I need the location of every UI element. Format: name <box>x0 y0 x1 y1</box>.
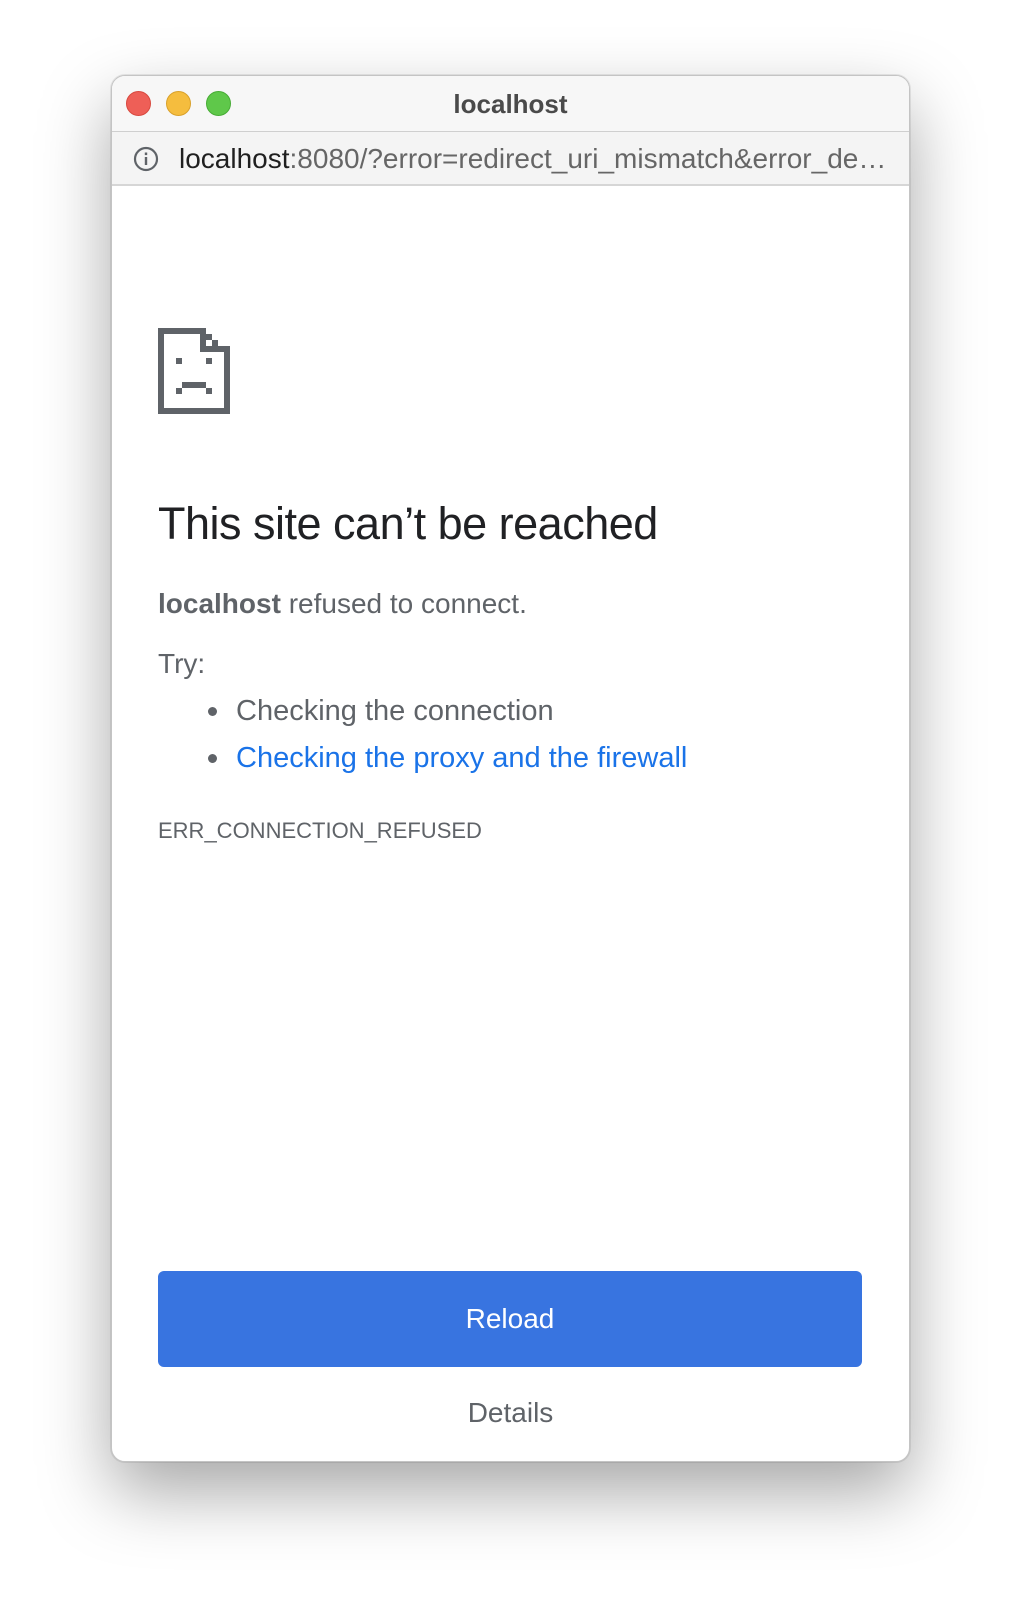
error-message-rest: refused to connect. <box>280 588 527 619</box>
sad-page-icon <box>158 328 230 414</box>
suggestion-item: Checking the proxy and the firewall <box>208 735 687 782</box>
error-message: localhost refused to connect. <box>158 588 527 620</box>
url-host: localhost <box>179 143 290 174</box>
details-button[interactable]: Details <box>411 1396 611 1430</box>
title-bar: localhost <box>112 76 909 132</box>
error-host: localhost <box>158 588 281 619</box>
address-bar[interactable]: localhost:8080/?error=redirect_uri_misma… <box>112 132 909 186</box>
bullet-icon <box>208 707 217 716</box>
proxy-firewall-link[interactable]: Checking the proxy and the firewall <box>236 742 687 774</box>
error-page: This site can’t be reached localhost ref… <box>112 188 909 1461</box>
suggestion-label: Checking the connection <box>236 695 554 727</box>
url-path: :8080/?error=redirect_uri_mismatch&error… <box>289 143 889 174</box>
suggestions-list: Checking the connection Checking the pro… <box>208 688 687 782</box>
window-title: localhost <box>453 89 568 119</box>
browser-window: localhost localhost:8080/?error=redirect… <box>111 75 910 1462</box>
try-label: Try: <box>158 648 206 679</box>
bullet-icon <box>208 754 217 763</box>
reload-button[interactable]: Reload <box>158 1271 862 1367</box>
error-heading: This site can’t be reached <box>158 498 658 549</box>
url-text[interactable]: localhost:8080/?error=redirect_uri_misma… <box>179 143 889 175</box>
error-code: ERR_CONNECTION_REFUSED <box>158 818 482 843</box>
info-icon[interactable] <box>133 146 159 172</box>
suggestion-item: Checking the connection <box>208 688 687 735</box>
